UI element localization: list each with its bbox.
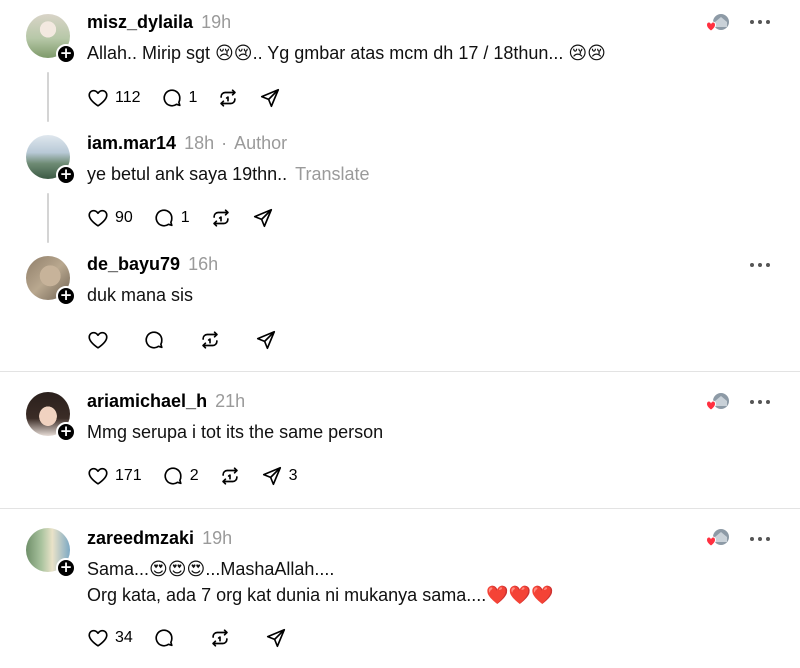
repost-icon (221, 467, 238, 485)
repost-button[interactable] (219, 465, 241, 487)
comment-count: 1 (180, 209, 190, 226)
like-button[interactable]: 34 (87, 627, 133, 649)
heart-icon (88, 89, 108, 107)
avatar[interactable]: + (26, 528, 76, 578)
more-options-button[interactable] (750, 399, 770, 405)
heart-icon (88, 209, 108, 227)
reply-item: + iam.mar14 18h · Author ye betul ank sa… (0, 133, 800, 245)
comment-button[interactable] (153, 627, 175, 649)
more-options-button[interactable] (750, 262, 770, 268)
like-count: 112 (115, 89, 141, 106)
send-icon (262, 466, 281, 486)
comment-bubble-icon (155, 629, 173, 647)
repost-icon (213, 209, 229, 227)
comment-bubble-icon (145, 331, 163, 349)
reply-item: + misz_dylaila 19h Allah.. Mirip sgt 😢😢.… (0, 0, 800, 135)
share-button[interactable] (252, 207, 274, 229)
reply-text: Mmg serupa i tot its the same person (87, 422, 384, 442)
heart-icon (88, 331, 108, 349)
repost-icon (212, 629, 228, 647)
send-icon (253, 208, 272, 228)
thread-line (47, 193, 49, 243)
repost-icon (202, 331, 218, 349)
comment-bubble-icon (162, 89, 181, 107)
like-count: 171 (115, 467, 142, 484)
comment-button[interactable]: 2 (162, 465, 199, 487)
more-options-button[interactable] (750, 536, 770, 542)
heart-icon (88, 467, 108, 485)
comment-bubble-icon (164, 467, 182, 485)
share-button[interactable] (259, 87, 281, 109)
reply-text: ye betul ank saya 19thn.. (87, 164, 288, 184)
like-count: 34 (115, 629, 133, 646)
username[interactable]: iam.mar14 (87, 133, 176, 154)
like-count: 90 (115, 209, 133, 226)
share-button[interactable] (255, 329, 277, 351)
share-count: 3 (288, 467, 298, 484)
comment-bubble-icon (155, 209, 173, 227)
liked-by-author-badge (705, 528, 730, 548)
timestamp: 21h (215, 391, 246, 411)
send-icon (266, 628, 285, 648)
translate-link[interactable]: Translate (295, 164, 369, 184)
share-button[interactable]: 3 (261, 465, 298, 487)
like-button[interactable]: 112 (87, 87, 141, 109)
reply-item: + zareedmzaki 19h Sama...😍😍😍...MashaAlla… (0, 509, 800, 668)
username[interactable]: de_bayu79 (87, 254, 180, 275)
timestamp: 19h (202, 528, 233, 548)
comment-button[interactable]: 1 (153, 207, 190, 229)
like-button[interactable]: 171 (87, 465, 142, 487)
timestamp: 19h (201, 12, 232, 32)
reply-item: + de_bayu79 16h duk mana sis (0, 245, 800, 371)
follow-plus-icon[interactable]: + (56, 165, 76, 185)
repost-icon (220, 89, 237, 107)
liked-by-author-badge (705, 392, 730, 412)
reply-text: Allah.. Mirip sgt 😢😢.. Yg gmbar atas mcm… (87, 43, 606, 63)
username[interactable]: misz_dylaila (87, 12, 193, 33)
follow-plus-icon[interactable]: + (56, 422, 76, 442)
comment-count: 2 (189, 467, 199, 484)
avatar[interactable]: + (26, 392, 76, 442)
timestamp: 16h (188, 254, 219, 274)
liked-by-author-badge (705, 13, 730, 33)
thread-line (47, 72, 49, 122)
send-icon (256, 330, 276, 350)
send-icon (261, 88, 280, 108)
more-options-button[interactable] (750, 19, 770, 25)
comment-button[interactable] (143, 329, 165, 351)
reply-text-line-2: Org kata, ada 7 org kat dunia ni mukanya… (87, 585, 554, 605)
follow-plus-icon[interactable]: + (56, 286, 76, 306)
reply-item: + ariamichael_h 21h Mmg serupa i tot its… (0, 372, 800, 508)
follow-plus-icon[interactable]: + (56, 558, 76, 578)
repost-button[interactable] (199, 329, 221, 351)
heart-icon (88, 629, 108, 647)
like-button[interactable]: 90 (87, 207, 133, 229)
avatar[interactable]: + (26, 256, 76, 306)
username[interactable]: zareedmzaki (87, 528, 194, 549)
repost-button[interactable] (210, 207, 232, 229)
comment-count: 1 (188, 89, 198, 106)
reply-text-line-1: Sama...😍😍😍...MashaAllah.... (87, 559, 335, 579)
like-button[interactable] (87, 329, 109, 351)
author-tag: Author (234, 133, 288, 153)
separator-dot: · (221, 133, 228, 153)
repost-button[interactable] (209, 627, 231, 649)
follow-plus-icon[interactable]: + (56, 44, 76, 64)
avatar[interactable]: + (26, 14, 76, 64)
avatar[interactable]: + (26, 135, 76, 185)
username[interactable]: ariamichael_h (87, 391, 207, 412)
reply-text: duk mana sis (87, 285, 194, 305)
timestamp: 18h (184, 133, 215, 153)
share-button[interactable] (265, 627, 287, 649)
repost-button[interactable] (217, 87, 239, 109)
comment-button[interactable]: 1 (161, 87, 198, 109)
